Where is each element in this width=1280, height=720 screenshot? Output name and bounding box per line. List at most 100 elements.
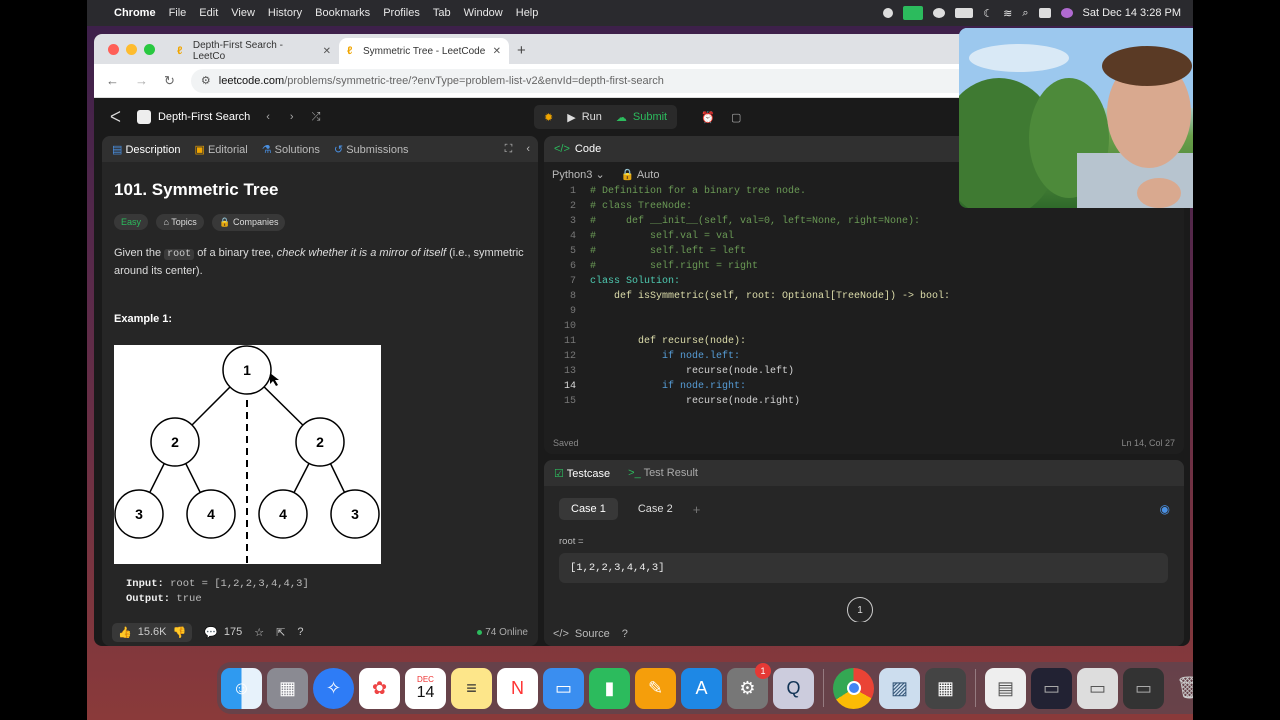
pages-icon[interactable]: ✎ — [635, 667, 676, 709]
auto-mode[interactable]: 🔒 Auto — [621, 168, 660, 181]
help-icon[interactable]: ? — [622, 628, 628, 640]
menu-tab[interactable]: Tab — [433, 7, 451, 19]
finder-icon[interactable]: ☺ — [221, 667, 262, 709]
tab-submissions[interactable]: ↺ Submissions — [334, 143, 409, 156]
play-icon[interactable] — [933, 8, 946, 18]
tab-test-result[interactable]: >_ Test Result — [628, 467, 698, 479]
menu-profiles[interactable]: Profiles — [383, 7, 420, 19]
tab-solutions[interactable]: ⚗ Solutions — [262, 143, 320, 156]
control-center-icon[interactable] — [1038, 8, 1051, 18]
code-line[interactable]: 15 recurse(node.right) — [544, 394, 1184, 409]
dislike-icon[interactable]: 👎 — [172, 626, 186, 639]
add-case-button[interactable]: + — [693, 502, 701, 517]
forward-icon[interactable]: → — [135, 73, 148, 88]
code-line[interactable]: 13 recurse(node.left) — [544, 364, 1184, 379]
clock[interactable]: Sat Dec 14 3:28 PM — [1083, 7, 1181, 19]
back-icon[interactable]: ← — [106, 73, 119, 88]
calculator-icon[interactable]: ▦ — [925, 667, 966, 709]
code-line[interactable]: 9 — [544, 304, 1184, 319]
debug-icon[interactable]: ✹ — [544, 111, 553, 124]
launchpad-icon[interactable]: ▦ — [267, 667, 308, 709]
star-icon[interactable]: ☆ — [254, 626, 264, 639]
like-icon[interactable]: 👍 — [118, 626, 132, 639]
close-tab-icon[interactable]: ✕ — [493, 46, 501, 57]
tab-editorial[interactable]: ▣ Editorial — [195, 143, 248, 156]
photos-icon[interactable]: ✿ — [359, 667, 400, 709]
window-thumbnail-icon[interactable]: ▭ — [1077, 667, 1118, 709]
expand-icon[interactable]: ⛶ — [505, 143, 513, 156]
keynote-icon[interactable]: ▭ — [543, 667, 584, 709]
code-line[interactable]: 7 class Solution: — [544, 274, 1184, 289]
notes-icon[interactable]: ≡ — [451, 667, 492, 709]
code-line[interactable]: 8 def isSymmetric(self, root: Optional[T… — [544, 289, 1184, 304]
code-line[interactable]: 12 if node.left: — [544, 349, 1184, 364]
code-area[interactable]: 1 # Definition for a binary tree node. 2 # … — [544, 184, 1184, 409]
code-line[interactable]: 3 # def __init__(self, val=0, left=None, … — [544, 214, 1184, 229]
source-button[interactable]: Source — [575, 628, 610, 640]
menu-history[interactable]: History — [268, 7, 302, 19]
app-store-icon[interactable]: A — [681, 667, 722, 709]
companies-button[interactable]: 🔒 Companies — [212, 214, 286, 231]
chrome-icon[interactable] — [833, 667, 874, 709]
leetcode-logo-icon[interactable]: ᐸ — [110, 108, 121, 126]
record-icon[interactable] — [883, 8, 894, 18]
menu-help[interactable]: Help — [516, 7, 539, 19]
run-button[interactable]: Run — [582, 111, 602, 123]
code-line[interactable]: 4 # self.val = val — [544, 229, 1184, 244]
close-tab-icon[interactable]: ✕ — [323, 46, 331, 57]
alarm-icon[interactable]: ⏰ — [701, 111, 715, 124]
prev-problem-icon[interactable]: ‹ — [266, 111, 270, 123]
new-tab-icon[interactable]: + — [517, 42, 526, 59]
tab-symmetric-tree[interactable]: ℓ Symmetric Tree - LeetCode ✕ — [339, 38, 509, 64]
quicktime-icon[interactable]: Q — [773, 667, 814, 709]
collapse-icon[interactable]: ‹ — [526, 143, 530, 155]
maximize-window-icon[interactable] — [144, 44, 155, 55]
submit-button[interactable]: Submit — [633, 111, 667, 123]
close-window-icon[interactable] — [108, 44, 119, 55]
trash-icon[interactable]: 🗑 — [1169, 668, 1193, 709]
shuffle-icon[interactable]: ⤮ — [312, 111, 321, 124]
menu-file[interactable]: File — [169, 7, 187, 19]
window-thumbnail-icon[interactable]: ▭ — [1031, 667, 1072, 709]
problem-list-title[interactable]: Depth-First Search — [158, 111, 250, 123]
window-thumbnail-icon[interactable]: ▭ — [1123, 667, 1164, 709]
menu-view[interactable]: View — [231, 7, 255, 19]
tab-depth-first-search[interactable]: ℓ Depth-First Search - LeetCo ✕ — [169, 38, 339, 64]
code-line[interactable]: 5 # self.left = left — [544, 244, 1184, 259]
code-line[interactable]: 11 def recurse(node): — [544, 334, 1184, 349]
preview-icon[interactable]: ▨ — [879, 667, 920, 709]
siri-icon[interactable] — [1060, 8, 1073, 18]
document-thumbnail-icon[interactable]: ▤ — [985, 667, 1026, 709]
wifi-icon[interactable]: ≋ — [1003, 7, 1012, 20]
safari-icon[interactable]: ✧ — [313, 667, 354, 709]
comment-icon[interactable]: 💬 — [204, 626, 218, 639]
menu-bookmarks[interactable]: Bookmarks — [315, 7, 370, 19]
case-1-tab[interactable]: Case 1 — [559, 498, 618, 520]
minimize-window-icon[interactable] — [126, 44, 137, 55]
facetime-icon[interactable] — [903, 6, 924, 20]
case-2-tab[interactable]: Case 2 — [626, 498, 685, 520]
note-icon[interactable]: ▢ — [731, 111, 741, 124]
battery-icon[interactable] — [955, 8, 974, 18]
moon-icon[interactable]: ☾ — [983, 7, 993, 20]
reload-icon[interactable]: ↻ — [164, 73, 175, 89]
site-info-icon[interactable]: ⚙ — [201, 74, 211, 87]
news-icon[interactable]: N — [497, 667, 538, 709]
topics-button[interactable]: ⌂ Topics — [156, 214, 204, 230]
code-line[interactable]: 14 if node.right: — [544, 379, 1184, 394]
menu-window[interactable]: Window — [464, 7, 503, 19]
tab-testcase[interactable]: ☑ Testcase — [554, 467, 610, 480]
url-field[interactable]: ⚙ leetcode.com/problems/symmetric-tree/?… — [190, 68, 970, 93]
tab-description[interactable]: ▤ Description — [112, 143, 181, 156]
spotlight-icon[interactable]: ⌕ — [1022, 7, 1028, 20]
share-icon[interactable]: ⇱ — [276, 626, 285, 639]
system-settings-icon[interactable]: ⚙ 1 — [727, 662, 771, 709]
code-line[interactable]: 10 — [544, 319, 1184, 334]
language-select[interactable]: Python3 ⌄ — [552, 168, 605, 181]
root-input[interactable]: [1,2,2,3,4,4,3] — [559, 553, 1168, 583]
help-icon[interactable]: ? — [297, 626, 303, 638]
menu-chrome[interactable]: Chrome — [114, 7, 156, 19]
eye-icon[interactable]: ◉ — [1160, 502, 1170, 516]
next-problem-icon[interactable]: › — [290, 111, 294, 123]
menu-edit[interactable]: Edit — [199, 7, 218, 19]
